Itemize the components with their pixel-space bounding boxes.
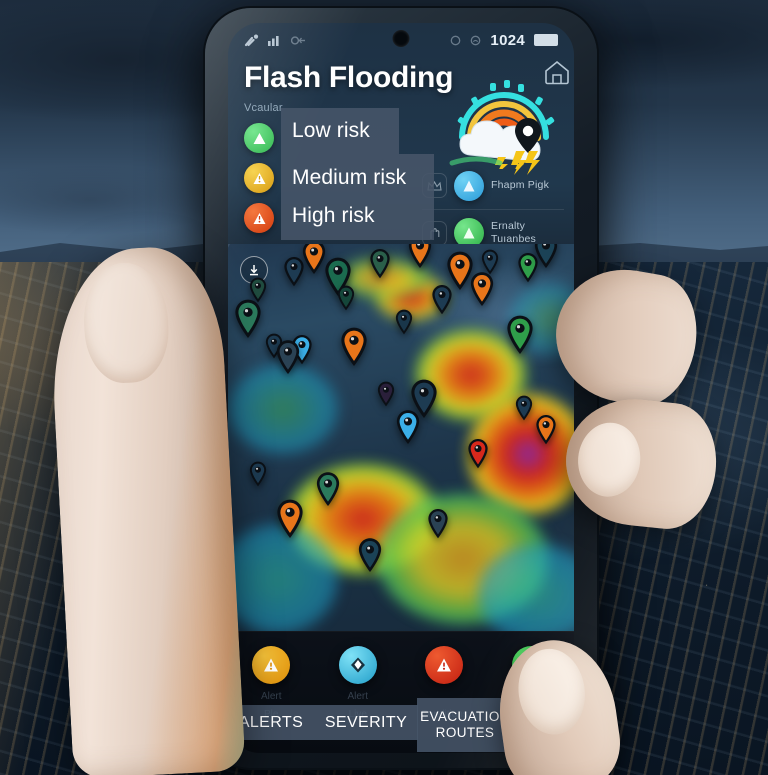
sync-icon xyxy=(291,35,307,46)
battery-icon xyxy=(534,34,558,46)
alert-triangle-icon xyxy=(244,203,274,233)
map-pin[interactable] xyxy=(337,285,356,316)
flood-risk-map[interactable] xyxy=(228,244,574,644)
map-pin[interactable] xyxy=(357,537,383,578)
overlay-low-risk-label: Low risk xyxy=(292,119,370,142)
triangle-up-icon xyxy=(244,123,274,153)
map-pin[interactable] xyxy=(395,309,414,340)
overlay-high-risk-label: High risk xyxy=(292,204,375,227)
map-pin[interactable] xyxy=(409,379,438,424)
phone-device: 1024 Flash Flooding Vcaular Fhapm Pigk E… xyxy=(205,8,597,768)
map-pin[interactable] xyxy=(233,299,262,344)
overlay-low-risk: Low risk xyxy=(281,108,399,154)
right-panel-item-0-label: Fhapm Pigk xyxy=(491,179,550,192)
phone-screen: 1024 Flash Flooding Vcaular Fhapm Pigk E… xyxy=(228,23,574,753)
map-pin[interactable] xyxy=(535,414,557,450)
map-pin[interactable] xyxy=(249,461,268,492)
map-pin[interactable] xyxy=(431,284,453,320)
dot-icon xyxy=(450,35,461,46)
right-info-panel: Fhapm Pigk Ernalty Tuıanbes xyxy=(422,151,564,256)
map-pin[interactable] xyxy=(407,244,433,274)
overlay-evacuation-label-box: EVACUATION ROUTES xyxy=(417,698,513,752)
scene: 1024 Flash Flooding Vcaular Fhapm Pigk E… xyxy=(0,0,768,775)
warning-triangle-icon xyxy=(244,163,274,193)
map-pin[interactable] xyxy=(275,339,301,380)
map-pin[interactable] xyxy=(275,499,304,544)
right-panel-item-0[interactable]: Fhapm Pigk xyxy=(422,162,564,209)
triangle-up-icon xyxy=(511,646,550,684)
wifi-icon xyxy=(244,34,259,47)
overlay-medium-risk-label: Medium risk xyxy=(292,166,407,189)
alert-triangle-icon xyxy=(252,646,291,684)
app-header: Flash Flooding Vcaular xyxy=(228,57,574,174)
circle-icon xyxy=(470,35,481,46)
camera-notch xyxy=(392,30,410,47)
map-pin[interactable] xyxy=(533,244,559,274)
diamond-icon xyxy=(338,646,377,684)
status-bar: 1024 xyxy=(228,23,574,57)
signal-bars-icon xyxy=(268,34,282,46)
overlay-status-label: S T. xyxy=(518,716,544,733)
map-pin[interactable] xyxy=(469,271,495,312)
alert-triangle-icon xyxy=(425,646,464,684)
map-pin[interactable] xyxy=(515,395,534,426)
overlay-evacuation-routes-label: EVACUATION ROUTES xyxy=(420,709,510,740)
map-pin[interactable] xyxy=(427,508,449,544)
map-pin[interactable] xyxy=(369,248,391,284)
map-pin[interactable] xyxy=(505,315,534,360)
overlay-alerts-label: ALERTS xyxy=(238,713,304,731)
status-value: 1024 xyxy=(490,31,525,49)
map-pin[interactable] xyxy=(467,438,489,474)
overlay-severity-label: SEVERITY xyxy=(324,713,408,731)
overlay-status-label-box: S T. xyxy=(513,698,559,752)
nav-item-alerts-subtop: Alert xyxy=(260,691,282,702)
home-icon[interactable] xyxy=(544,59,570,85)
map-pin[interactable] xyxy=(315,471,341,512)
overlay-nav-labels: ALERTS SEVERITY xyxy=(228,705,418,740)
lightning-bolt-icon xyxy=(508,150,542,181)
right-panel-item-1-label: Ernalty Tuıanbes xyxy=(491,220,536,245)
map-pin[interactable] xyxy=(339,327,368,372)
arrow-up-icon xyxy=(454,170,484,201)
map-pin[interactable] xyxy=(377,381,396,412)
overlay-risk-panel: Medium risk High risk xyxy=(281,154,434,240)
nav-item-severity-subtop: Alert xyxy=(347,691,369,702)
